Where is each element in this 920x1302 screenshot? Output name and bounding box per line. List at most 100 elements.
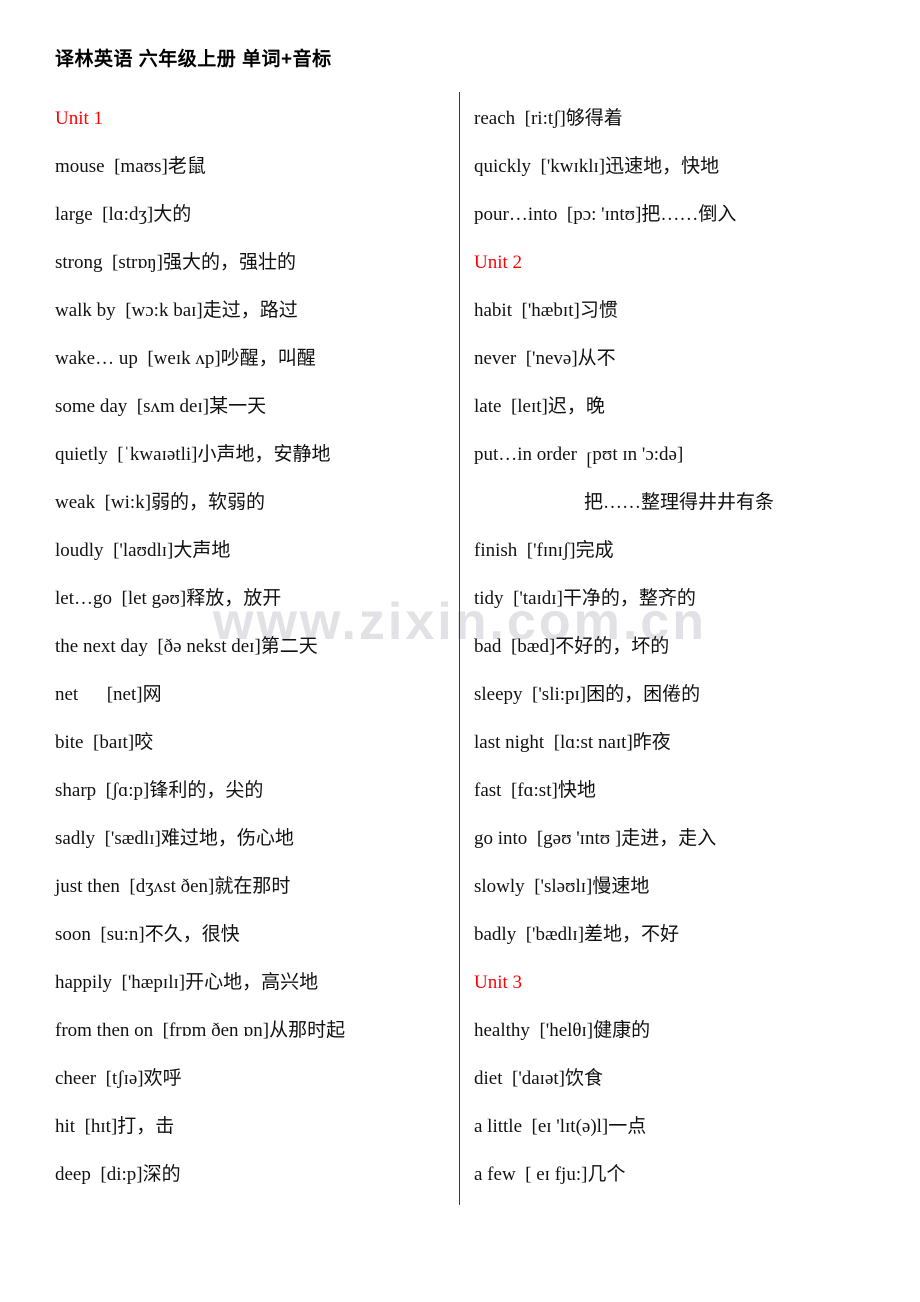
word-translation: 不好的，坏的 bbox=[555, 636, 670, 657]
word-translation: 从那时起 bbox=[269, 1020, 346, 1041]
vocabulary-entry: reach [ri:tʃ]够得着 bbox=[474, 95, 874, 143]
word-phonetic: [frɒm ðen ɒn] bbox=[162, 1020, 270, 1041]
word-phonetic: [di:p] bbox=[100, 1164, 143, 1185]
word-english: quietly bbox=[55, 444, 108, 465]
word-english: cheer bbox=[55, 1068, 97, 1089]
vocabulary-entry: strong [strɒŋ]强大的，强壮的 bbox=[55, 239, 445, 287]
word-translation: 咬 bbox=[134, 732, 154, 753]
word-translation: 健康的 bbox=[593, 1020, 651, 1041]
word-translation: 慢速地 bbox=[592, 876, 650, 897]
word-phonetic: ['sli:pɪ] bbox=[532, 684, 587, 705]
entry-spacer bbox=[523, 684, 533, 705]
word-phonetic: [ˈkwaɪətli] bbox=[117, 444, 198, 465]
word-english: large bbox=[55, 204, 93, 225]
word-translation: 难过地，伤心地 bbox=[160, 828, 294, 849]
vocabulary-entry: soon [su:n]不久，很快 bbox=[55, 911, 445, 959]
entry-spacer bbox=[104, 540, 114, 561]
word-phonetic: ['hæpɪlɪ] bbox=[121, 972, 186, 993]
entry-spacer bbox=[577, 444, 587, 465]
word-translation: 迅速地，快地 bbox=[605, 156, 720, 177]
word-english: finish bbox=[474, 540, 518, 561]
vocabulary-entry: quietly [ˈkwaɪətli]小声地，安静地 bbox=[55, 431, 445, 479]
entry-spacer bbox=[525, 876, 535, 897]
word-translation: 差地，不好 bbox=[584, 924, 680, 945]
word-phonetic: [ʃɑ:p] bbox=[105, 780, 150, 801]
word-english: some day bbox=[55, 396, 128, 417]
vocabulary-entry: let…go [let gəʊ]释放，放开 bbox=[55, 575, 445, 623]
word-english: bite bbox=[55, 732, 84, 753]
word-translation: 昨夜 bbox=[632, 732, 671, 753]
word-translation: 完成 bbox=[575, 540, 614, 561]
word-phonetic: [fɑ:st] bbox=[510, 780, 558, 801]
word-translation: 释放，放开 bbox=[186, 588, 282, 609]
vocabulary-entry: last night [lɑ:st naɪt]昨夜 bbox=[474, 719, 874, 767]
word-english: mouse bbox=[55, 156, 105, 177]
entry-spacer bbox=[78, 684, 107, 705]
vocabulary-entry: pour…into [pɔ: 'ɪntʊ]把……倒入 bbox=[474, 191, 874, 239]
word-translation: 走进，走入 bbox=[621, 828, 717, 849]
entry-spacer bbox=[95, 492, 105, 513]
phonetic-open-bracket: [ bbox=[586, 449, 593, 470]
word-english: healthy bbox=[474, 1020, 530, 1041]
word-english: loudly bbox=[55, 540, 104, 561]
entry-spacer bbox=[108, 444, 118, 465]
vocabulary-entry: happily ['hæpɪlɪ]开心地，高兴地 bbox=[55, 959, 445, 1007]
word-english: put…in order bbox=[474, 444, 577, 465]
word-english: a few bbox=[474, 1164, 516, 1185]
vocabulary-entry: deep [di:p]深的 bbox=[55, 1151, 445, 1199]
vocabulary-entry: cheer [tʃɪə]欢呼 bbox=[55, 1055, 445, 1103]
word-english: the next day bbox=[55, 636, 148, 657]
word-translation: 快地 bbox=[557, 780, 596, 801]
vocabulary-entry: go into [gəʊ 'ɪntʊ ]走进，走入 bbox=[474, 815, 874, 863]
vocabulary-entry: healthy ['helθɪ]健康的 bbox=[474, 1007, 874, 1055]
word-translation: 几个 bbox=[587, 1164, 626, 1185]
vocabulary-entry: bad [bæd]不好的，坏的 bbox=[474, 623, 874, 671]
word-translation: 干净的，整齐的 bbox=[562, 588, 696, 609]
word-english: quickly bbox=[474, 156, 531, 177]
entry-spacer bbox=[517, 540, 527, 561]
word-english: late bbox=[474, 396, 502, 417]
word-translation: 老鼠 bbox=[167, 156, 206, 177]
vocabulary-entry: hit [hɪt]打，击 bbox=[55, 1103, 445, 1151]
word-phonetic: [dʒʌst ðen] bbox=[129, 876, 215, 897]
unit-heading: Unit 2 bbox=[474, 239, 874, 287]
word-translation: 饮食 bbox=[565, 1068, 604, 1089]
entry-spacer bbox=[544, 732, 554, 753]
word-english: happily bbox=[55, 972, 112, 993]
entry-spacer bbox=[112, 588, 122, 609]
word-english: reach bbox=[474, 108, 516, 129]
entry-spacer bbox=[557, 204, 567, 225]
word-translation: 习惯 bbox=[579, 300, 618, 321]
vocabulary-entry: slowly ['sləʊlɪ]慢速地 bbox=[474, 863, 874, 911]
unit-heading-label: Unit 3 bbox=[474, 972, 523, 993]
vocabulary-entry: sadly ['sædlɪ]难过地，伤心地 bbox=[55, 815, 445, 863]
word-phonetic: ['bædlɪ] bbox=[525, 924, 585, 945]
word-english: tidy bbox=[474, 588, 504, 609]
word-phonetic: [weɪk ʌp] bbox=[147, 348, 221, 369]
word-english: from then on bbox=[55, 1020, 154, 1041]
word-phonetic: [eɪ 'lɪt(ə)l] bbox=[531, 1116, 609, 1137]
word-english: deep bbox=[55, 1164, 91, 1185]
entry-spacer bbox=[522, 1116, 532, 1137]
entry-spacer bbox=[75, 1116, 85, 1137]
entry-spacer bbox=[516, 348, 526, 369]
word-english: sadly bbox=[55, 828, 96, 849]
word-translation: 锋利的，尖的 bbox=[149, 780, 264, 801]
vocabulary-entry: finish ['fɪnɪʃ]完成 bbox=[474, 527, 874, 575]
word-translation: 吵醒，叫醒 bbox=[220, 348, 316, 369]
word-translation: 从不 bbox=[577, 348, 616, 369]
vocabulary-entry: weak [wi:k]弱的，软弱的 bbox=[55, 479, 445, 527]
word-translation: 弱的，软弱的 bbox=[151, 492, 266, 513]
word-phonetic: [hɪt] bbox=[84, 1116, 118, 1137]
word-phonetic: [leɪt] bbox=[510, 396, 548, 417]
vocabulary-entry: some day [sʌm deɪ]某一天 bbox=[55, 383, 445, 431]
entry-spacer bbox=[112, 972, 122, 993]
vocabulary-entry: diet ['daɪət]饮食 bbox=[474, 1055, 874, 1103]
entry-spacer bbox=[153, 1020, 163, 1041]
word-translation: 小声地，安静地 bbox=[197, 444, 331, 465]
word-phonetic: [ðə nekst deɪ] bbox=[157, 636, 261, 657]
word-english: weak bbox=[55, 492, 96, 513]
vocabulary-entry: large [lɑ:dʒ]大的 bbox=[55, 191, 445, 239]
word-phonetic: [maʊs] bbox=[114, 156, 168, 177]
word-translation: 不久，很快 bbox=[144, 924, 240, 945]
